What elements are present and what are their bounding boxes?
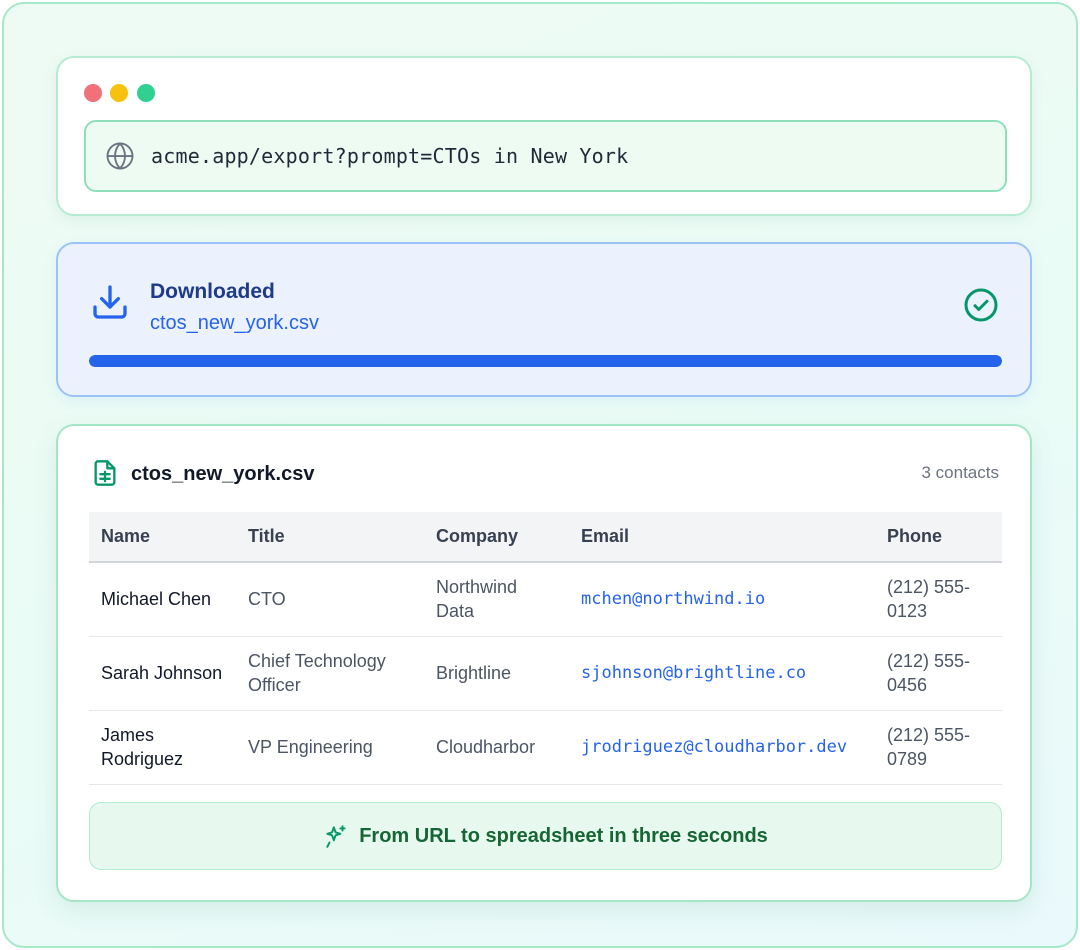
- cell-phone: (212) 555-0456: [887, 651, 971, 695]
- column-header-name[interactable]: Name: [89, 512, 236, 562]
- cell-company: Brightline: [436, 663, 512, 683]
- file-title: ctos_new_york.csv: [131, 463, 315, 485]
- cell-name: Sarah Johnson: [101, 663, 223, 683]
- cell-title: Chief Technology Officer: [248, 651, 386, 695]
- window-minimize-dot[interactable]: [110, 84, 128, 102]
- cell-company: Cloudharbor: [436, 737, 536, 757]
- cell-email[interactable]: mchen@northwind.io: [569, 562, 875, 636]
- tagline-banner: From URL to spreadsheet in three seconds: [89, 802, 1002, 870]
- download-card: Downloaded ctos_new_york.csv: [56, 242, 1032, 397]
- cell-title: VP Engineering: [248, 737, 373, 757]
- contact-count: 3 contacts: [921, 463, 1000, 482]
- file-preview-card: ctos_new_york.csv 3 contacts Name Title …: [56, 424, 1032, 902]
- sparkle-icon: [326, 825, 346, 848]
- address-bar[interactable]: acme.app/export?prompt=CTOs in New York: [84, 120, 1007, 192]
- download-status: Downloaded: [150, 280, 275, 303]
- cell-name: James Rodriguez: [101, 725, 184, 769]
- browser-window: acme.app/export?prompt=CTOs in New York: [56, 56, 1032, 216]
- check-circle-icon: [964, 288, 998, 322]
- column-header-title[interactable]: Title: [236, 512, 424, 562]
- cell-title: CTO: [248, 589, 286, 610]
- address-url[interactable]: acme.app/export?prompt=CTOs in New York: [151, 144, 628, 168]
- download-progress-bar: [89, 355, 1002, 367]
- column-header-company[interactable]: Company: [424, 512, 569, 562]
- tagline-text: From URL to spreadsheet in three seconds: [359, 824, 768, 847]
- column-header-email[interactable]: Email: [569, 512, 875, 562]
- cell-email[interactable]: jrodriguez@cloudharbor.dev: [569, 710, 875, 784]
- cell-phone: (212) 555-0789: [887, 725, 971, 769]
- table-header-row: Name Title Company Email Phone: [89, 512, 1002, 562]
- column-header-phone[interactable]: Phone: [875, 512, 1002, 562]
- cell-company: Northwind Data: [436, 577, 518, 622]
- table-row[interactable]: Michael Chen CTO Northwind Data mchen@no…: [89, 562, 1002, 636]
- window-maximize-dot[interactable]: [137, 84, 155, 102]
- cell-email[interactable]: sjohnson@brightline.co: [569, 636, 875, 710]
- download-icon: [93, 285, 127, 319]
- cell-phone: (212) 555-0123: [887, 577, 971, 622]
- cell-name: Michael Chen: [101, 589, 212, 610]
- download-progress-fill: [89, 355, 1002, 367]
- download-file-link[interactable]: ctos_new_york.csv: [150, 312, 319, 335]
- app-frame: acme.app/export?prompt=CTOs in New York …: [2, 2, 1078, 948]
- table-row[interactable]: James Rodriguez VP Engineering Cloudharb…: [89, 710, 1002, 784]
- globe-icon: [106, 142, 134, 170]
- window-close-dot[interactable]: [84, 84, 102, 102]
- contacts-table: Name Title Company Email Phone Michael C…: [89, 512, 1002, 785]
- spreadsheet-file-icon: [94, 460, 116, 486]
- table-row[interactable]: Sarah Johnson Chief Technology Officer B…: [89, 636, 1002, 710]
